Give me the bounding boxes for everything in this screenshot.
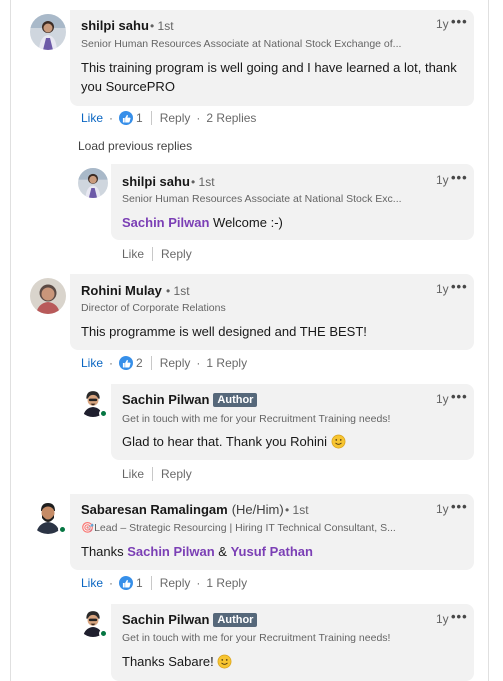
reply-text-body: Glad to hear that. Thank you Rohini [122,434,331,449]
author-headline: Senior Human Resources Associate at Nati… [81,38,402,50]
author-headline: Senior Human Resources Associate at Nati… [122,193,402,205]
connection-degree: • 1st [191,175,215,189]
avatar[interactable] [30,14,66,50]
timestamp: 1y [436,282,449,296]
author-pronouns: (He/Him) [231,502,284,517]
separator: · [196,576,201,590]
connection-degree: • 1st [150,19,174,33]
timestamp: 1y [436,173,449,187]
connection-degree: • 1st [166,284,190,298]
avatar[interactable] [78,168,108,198]
reply-text-body: Welcome :-) [209,215,283,230]
like-button[interactable]: Like [81,356,103,370]
divider [152,467,154,481]
reply-button[interactable]: Reply [160,111,191,125]
timestamp: 1y [436,392,449,406]
mention-link[interactable]: Sachin Pilwan [122,215,209,230]
reply-button[interactable]: Reply [160,576,191,590]
right-border [488,0,489,681]
more-options-icon[interactable]: ••• [451,609,468,624]
comment-text: This training program is well going and … [81,60,457,94]
comment-text-mid: & [214,544,231,559]
comment-text: This programme is well designed and THE … [81,324,367,339]
separator: · [196,356,201,370]
author-name-text: Sachin Pilwan [122,392,210,407]
divider [150,356,152,370]
reply-text-body: Thanks Sabare! [122,654,218,669]
replies-count-link[interactable]: 1 Reply [206,356,247,370]
separator: · [109,356,114,370]
mention-link[interactable]: Sachin Pilwan [127,544,214,559]
online-status-indicator [99,409,108,418]
more-options-icon[interactable]: ••• [451,279,468,294]
author-name[interactable]: Sachin Pilwan Author [122,612,258,627]
like-count[interactable]: 1 [136,576,143,590]
author-name[interactable]: Rohini Mulay [81,283,162,298]
timestamp: 1y [436,612,449,626]
divider [152,247,154,261]
author-name[interactable]: Sabaresan Ramalingam (He/Him) [81,502,284,517]
reply-text: Glad to hear that. Thank you Rohini [122,432,462,451]
author-badge: Author [213,613,258,627]
like-button[interactable]: Like [122,247,144,261]
reply-button[interactable]: Reply [160,356,191,370]
author-badge: Author [213,393,258,407]
reply-button[interactable]: Reply [161,467,192,481]
author-headline: Get in touch with me for your Recruitmen… [122,632,391,644]
like-button[interactable]: Like [81,576,103,590]
connection-degree: • 1st [285,503,309,517]
timestamp: 1y [436,502,449,516]
more-options-icon[interactable]: ••• [451,499,468,514]
left-border [10,0,11,681]
online-status-indicator [99,629,108,638]
online-status-indicator [58,525,67,534]
more-options-icon[interactable]: ••• [451,14,468,29]
separator: · [109,576,114,590]
reply-text: Thanks Sabare! [122,652,462,671]
separator: · [196,111,201,125]
timestamp: 1y [436,17,449,31]
divider [150,576,152,590]
like-count[interactable]: 2 [136,356,143,370]
author-name[interactable]: Sachin Pilwan Author [122,392,258,407]
reply-actions: Like Reply [122,467,192,481]
author-name-text: Sabaresan Ramalingam [81,502,228,517]
replies-count-link[interactable]: 2 Replies [206,111,256,125]
smiley-emoji-icon [331,434,346,449]
separator: · [109,111,114,125]
mention-link[interactable]: Yusuf Pathan [231,544,313,559]
like-reaction-icon [119,356,134,370]
smiley-emoji-icon [217,654,232,669]
author-name[interactable]: shilpi sahu [81,18,149,33]
like-reaction-icon [119,576,134,590]
reply-text: Sachin Pilwan Welcome :-) [122,213,462,232]
more-options-icon[interactable]: ••• [451,389,468,404]
reply-actions: Like Reply [122,247,192,261]
comment-actions: Like · 1 Reply · 1 Reply [81,576,247,590]
more-options-icon[interactable]: ••• [451,170,468,185]
like-reaction-icon [119,111,134,125]
divider [150,111,152,125]
author-name-text: Sachin Pilwan [122,612,210,627]
author-headline: Get in touch with me for your Recruitmen… [122,413,391,425]
comment-text: Thanks Sachin Pilwan & Yusuf Pathan [81,542,461,561]
like-button[interactable]: Like [122,467,144,481]
like-count[interactable]: 1 [136,111,143,125]
comment-actions: Like · 1 Reply · 2 Replies [81,111,256,125]
comment-actions: Like · 2 Reply · 1 Reply [81,356,247,370]
comment-text-prefix: Thanks [81,544,128,559]
author-name[interactable]: shilpi sahu [122,174,190,189]
author-headline: Director of Corporate Relations [81,302,226,314]
load-previous-replies-button[interactable]: Load previous replies [78,139,192,153]
reply-button[interactable]: Reply [161,247,192,261]
author-headline: 🎯Lead – Strategic Resourcing | Hiring IT… [81,522,396,534]
replies-count-link[interactable]: 1 Reply [206,576,247,590]
avatar[interactable] [30,278,66,314]
like-button[interactable]: Like [81,111,103,125]
